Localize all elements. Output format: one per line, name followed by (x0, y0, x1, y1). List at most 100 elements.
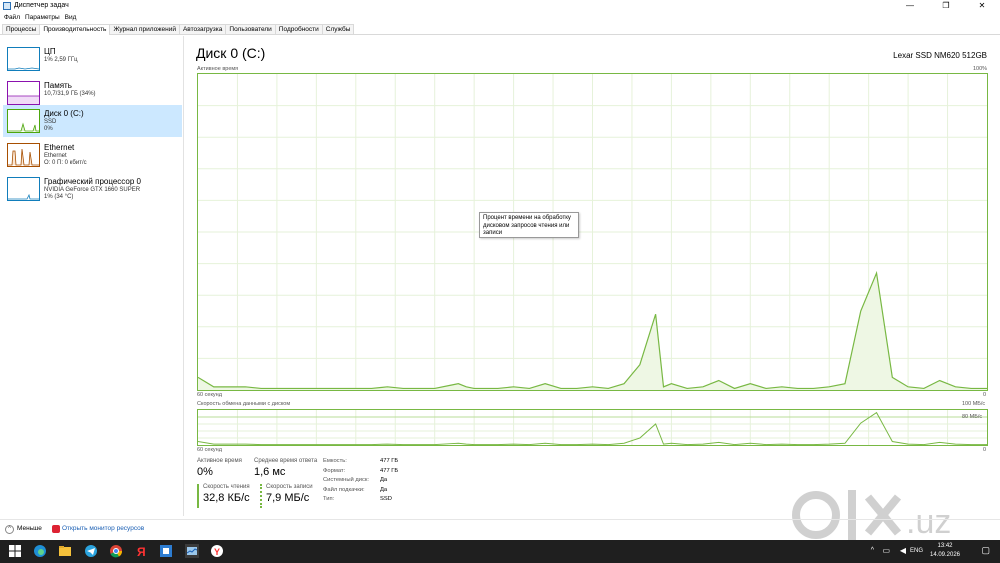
sidebar-item-label: Графический процессор 0 (44, 177, 141, 186)
app-icon[interactable] (159, 544, 173, 558)
menu-file[interactable]: Файл (4, 12, 25, 23)
prop-value: SSD (380, 496, 392, 502)
window-title: Диспетчер задач (14, 2, 69, 9)
transfer-max-label: 100 МБ/с (962, 401, 986, 407)
yandex-icon[interactable]: Y (210, 544, 224, 558)
sidebar-item-label: ЦП (44, 47, 56, 56)
sidebar-item-usage: 1% (34 °C) (44, 194, 74, 200)
telegram-icon[interactable] (84, 544, 98, 558)
chrome-icon[interactable] (109, 544, 123, 558)
window-controls: — ❐ ✕ (892, 0, 1000, 12)
language-indicator[interactable]: ENG (910, 548, 923, 554)
clock-time[interactable]: 13:42 (928, 543, 962, 549)
tab-processes[interactable]: Процессы (2, 24, 41, 34)
prop-row-format: Формат: 477 ГБ (323, 468, 398, 478)
stat-label: Скорость записи (266, 484, 313, 490)
minimize-button[interactable]: — (892, 0, 928, 12)
sidebar-item-usage: 0% (44, 126, 53, 132)
sidebar-item-detail: Ethernet (44, 153, 67, 159)
menu-bar: Файл Параметры Вид (0, 12, 81, 23)
task-manager-icon (3, 2, 11, 10)
svg-text:Я: Я (137, 545, 146, 558)
edge-browser-icon[interactable] (33, 544, 47, 558)
stat-active-time: Активное время 0% (197, 458, 242, 478)
memory-mini-graph (7, 81, 40, 105)
transfer-rate-graph (197, 409, 988, 446)
active-time-graph (197, 73, 988, 391)
sidebar-item-detail: 10,7/31,9 ГБ (34%) (44, 91, 96, 97)
chevron-up-icon[interactable]: ^ (871, 547, 874, 554)
tab-details[interactable]: Подробности (274, 24, 323, 34)
title-bar: Диспетчер задач — ❐ ✕ (0, 0, 1000, 12)
prop-key: Емкость: (323, 458, 347, 464)
maximize-button[interactable]: ❐ (928, 0, 964, 12)
sidebar-item-label: Ethernet (44, 143, 75, 152)
tab-users[interactable]: Пользователи (225, 24, 276, 34)
notification-icon[interactable]: ▢ (981, 545, 990, 556)
tab-app-history[interactable]: Журнал приложений (109, 24, 180, 34)
device-model: Lexar SSD NM620 512GB (893, 51, 987, 60)
stat-value: 32,8 КБ/с (203, 492, 250, 504)
transfer-span-label: 60 секунд (197, 447, 222, 453)
transfer-zero-label: 0 (983, 447, 987, 453)
file-explorer-icon[interactable] (58, 544, 72, 558)
stat-label: Скорость чтения (203, 484, 250, 490)
stat-value: 7,9 МБ/с (266, 492, 310, 504)
sidebar-item-label: Диск 0 (C:) (44, 109, 84, 118)
sidebar-item-throughput: О: 0 П: 0 кбит/с (44, 160, 87, 166)
taskbar: Я Y ^ ▭ ◀ ENG 13:42 14.09.2026 ▢ (0, 540, 1000, 563)
transfer-axis-label: Скорость обмена данными с диском (197, 401, 291, 407)
stat-label: Активное время (197, 458, 242, 464)
prop-value: Да (380, 477, 388, 483)
volume-icon[interactable]: ◀ (900, 546, 906, 555)
prop-row-page-file: Файл подкачки: Да (323, 487, 398, 497)
task-manager-taskbar-icon[interactable] (185, 544, 199, 558)
sidebar-item-label: Память (44, 81, 72, 90)
footer-bar: ^ Меньше Открыть монитор ресурсов (0, 519, 1000, 539)
sidebar-item-disk[interactable]: Диск 0 (C:) SSD 0% (3, 105, 182, 137)
prop-row-system-disk: Системный диск: Да (323, 477, 398, 487)
stat-write-speed: Скорость записи 7,9 МБ/с (260, 484, 313, 508)
menu-options[interactable]: Параметры (25, 12, 65, 23)
sidebar-item-ethernet[interactable]: Ethernet Ethernet О: 0 П: 0 кбит/с (3, 139, 182, 171)
page-title: Диск 0 (C:) (196, 45, 266, 61)
stat-value: 1,6 мс (254, 466, 286, 478)
stat-avg-response: Среднее время ответа 1,6 мс (254, 458, 317, 478)
menu-view[interactable]: Вид (65, 12, 82, 23)
disk-properties: Емкость: 477 ГБ Формат: 477 ГБ Системный д… (323, 458, 398, 506)
sidebar-item-detail: 1% 2,59 ГГц (44, 57, 78, 63)
active-time-max-label: 100% (973, 66, 988, 72)
sidebar-item-cpu[interactable]: ЦП 1% 2,59 ГГц (3, 43, 182, 75)
fewer-details-button[interactable]: Меньше (17, 525, 42, 532)
open-resource-monitor-link[interactable]: Открыть монитор ресурсов (62, 525, 144, 532)
windows-start-icon[interactable] (8, 544, 22, 558)
prop-key: Формат: (323, 467, 346, 474)
prop-value: 477 ГБ (380, 467, 399, 474)
disk-mini-graph (7, 109, 40, 133)
active-time-zero-label: 0 (983, 392, 987, 398)
network-icon[interactable]: ▭ (882, 546, 890, 555)
tooltip: Процент времени на обработку дисковом за… (479, 212, 579, 238)
prop-key: Файл подкачки: (323, 486, 365, 493)
clock-date[interactable]: 14.09.2026 (923, 552, 967, 558)
sidebar-item-detail: SSD (44, 119, 57, 125)
resource-sidebar: ЦП 1% 2,59 ГГц Память 10,7/31,9 ГБ (34%)… (0, 36, 184, 516)
sidebar-item-gpu[interactable]: Графический процессор 0 NVIDIA GeForce G… (3, 173, 182, 205)
tab-services[interactable]: Службы (321, 24, 355, 34)
stat-label: Среднее время ответа (254, 458, 318, 464)
prop-value: Да (380, 486, 388, 493)
active-time-span-label: 60 секунд (197, 392, 222, 398)
stat-value: 0% (197, 466, 213, 478)
yandex-browser-icon[interactable]: Я (134, 544, 148, 558)
close-button[interactable]: ✕ (964, 0, 1000, 12)
cpu-mini-graph (7, 47, 40, 71)
resource-monitor-icon (52, 525, 60, 533)
prop-value: 477 ГБ (380, 458, 399, 464)
prop-key: Тип: (323, 496, 335, 502)
active-time-axis-label: Активное время (197, 66, 239, 72)
ethernet-mini-graph (7, 143, 40, 167)
gpu-mini-graph (7, 177, 40, 201)
chevron-up-icon[interactable]: ^ (5, 525, 14, 534)
tab-startup[interactable]: Автозагрузка (178, 24, 227, 34)
tab-performance[interactable]: Производительность (39, 24, 111, 35)
